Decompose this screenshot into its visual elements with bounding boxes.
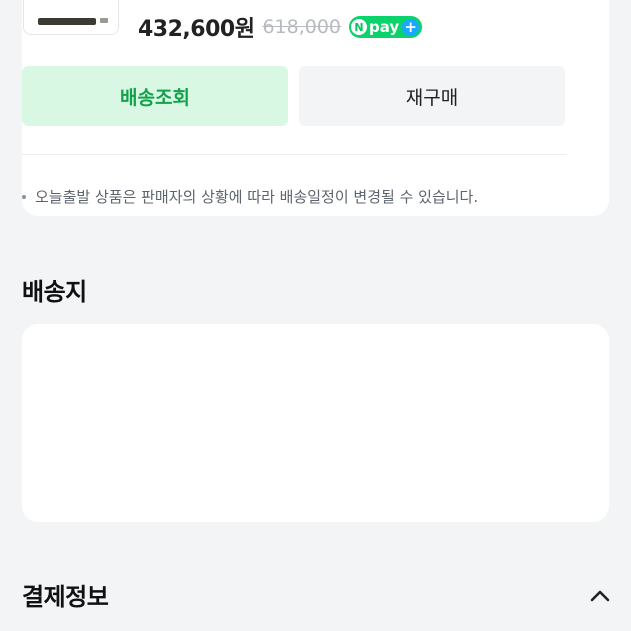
rebuy-button[interactable]: 재구매 xyxy=(299,66,565,126)
shipping-notice: 오늘출발 상품은 판매자의 상황에 따라 배송일정이 변경될 수 있습니다. xyxy=(22,186,478,207)
shipping-address-card xyxy=(22,324,609,522)
product-image-shape xyxy=(38,18,96,25)
sale-price: 432,600원 xyxy=(138,17,255,42)
payment-section-title[interactable]: 결제정보 xyxy=(22,577,109,612)
npay-n-icon: N xyxy=(351,19,368,35)
track-delivery-button[interactable]: 배송조회 xyxy=(22,66,288,126)
rebuy-label: 재구매 xyxy=(405,86,459,109)
price-row: 432,600원 618,000 N pay + xyxy=(138,12,423,42)
shipping-section-title: 배송지 xyxy=(22,278,87,306)
chevron-up-icon[interactable] xyxy=(588,584,612,608)
track-delivery-label: 배송조회 xyxy=(120,86,190,109)
divider xyxy=(22,154,567,155)
original-price: 618,000 xyxy=(262,16,342,38)
product-image-detail xyxy=(100,18,108,23)
dot-icon xyxy=(22,194,26,199)
npay-plus-icon: + xyxy=(402,18,420,36)
npay-badge: N pay + xyxy=(349,16,423,38)
shipping-notice-text: 오늘출발 상품은 판매자의 상황에 따라 배송일정이 변경될 수 있습니다. xyxy=(35,188,479,206)
npay-label: pay xyxy=(369,18,400,36)
product-thumbnail[interactable] xyxy=(23,0,119,35)
